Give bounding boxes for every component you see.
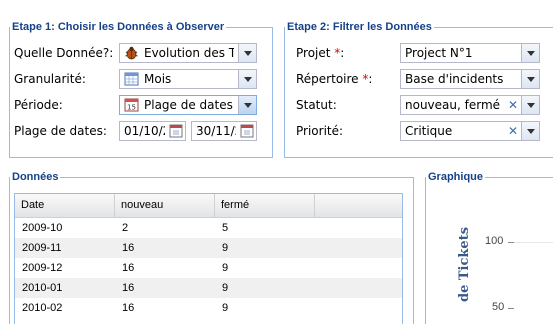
date-to-field[interactable]: 30/11/2010	[191, 121, 257, 141]
status-label: Statut:	[296, 98, 337, 112]
bug-icon	[124, 46, 139, 60]
priority-select[interactable]: Critique ✕	[400, 121, 540, 141]
priority-label: Priorité:	[296, 124, 344, 138]
step1-legend: Etape 1: Choisir les Données à Observer	[12, 21, 225, 33]
date-to-value: 30/11/2010	[196, 124, 236, 138]
period-label: Période:	[14, 98, 63, 112]
table-row[interactable]: 2009-11 16 9	[15, 238, 402, 258]
calendar-grid-icon	[124, 72, 139, 86]
date-from-field[interactable]: 01/10/2009	[119, 121, 186, 141]
column-header-ferme[interactable]: fermé	[215, 194, 315, 217]
date-to-calendar-icon[interactable]	[240, 124, 254, 138]
table-cell: 9	[222, 282, 229, 294]
status-select[interactable]: nouveau, fermé ✕	[400, 95, 540, 115]
status-select-value: nouveau, fermé	[405, 98, 501, 112]
step2-legend: Etape 2: Filtrer les Données	[287, 21, 432, 33]
repo-label: Répertoire *:	[296, 72, 372, 86]
repo-label-colon: :	[368, 72, 373, 86]
data-select-value: Evolution des Tickets	[144, 46, 234, 60]
chart-tick-50	[508, 308, 514, 309]
data-select-trigger[interactable]	[238, 44, 256, 62]
project-label-colon: :	[340, 46, 345, 60]
repo-select-value: Base d'incidents	[405, 72, 504, 86]
priority-clear-icon[interactable]: ✕	[507, 124, 519, 138]
period-select-trigger[interactable]	[238, 96, 256, 114]
app-root: Etape 1: Choisir les Données à Observer …	[0, 0, 553, 324]
repo-select-trigger[interactable]	[521, 70, 539, 88]
priority-select-value: Critique	[405, 124, 453, 138]
project-select-value: Project N°1	[405, 46, 473, 60]
granularity-select-value: Mois	[144, 72, 172, 86]
status-clear-icon[interactable]: ✕	[507, 98, 519, 112]
status-select-trigger[interactable]	[521, 96, 539, 114]
column-header-date[interactable]: Date	[15, 194, 115, 217]
granularity-select-trigger[interactable]	[238, 70, 256, 88]
table-row[interactable]: 2009-12 16 9	[15, 258, 402, 278]
table-cell: 9	[222, 302, 229, 314]
chart-y-axis-label: de Tickets	[457, 226, 472, 302]
table-cell: 16	[122, 262, 135, 274]
chart-tick-100	[508, 242, 514, 243]
date-from-value: 01/10/2009	[124, 124, 165, 138]
table-cell: 9	[222, 242, 229, 254]
chart-tick-label-50: 50	[492, 301, 505, 313]
chart-gridline-100	[514, 242, 553, 243]
table-row[interactable]: 2010-01 16 9	[15, 278, 402, 298]
chart-fieldset: Graphique	[425, 171, 553, 324]
data-grid: Date nouveau fermé 2009-10 2 5 2009-11 16 9 20…	[14, 193, 403, 324]
table-cell: 2009-10	[22, 222, 63, 234]
period-select-value: Plage de dates	[144, 98, 233, 112]
table-cell: 16	[122, 242, 135, 254]
grid-header: Date nouveau fermé	[15, 194, 402, 218]
table-row[interactable]: 2010-02 16 9	[15, 298, 402, 318]
data-label: Quelle Donnée?:	[14, 46, 114, 60]
column-header-nouveau[interactable]: nouveau	[115, 194, 215, 217]
table-row[interactable]: 2009-10 2 5	[15, 218, 402, 238]
priority-select-trigger[interactable]	[521, 122, 539, 140]
table-cell: 2	[122, 222, 129, 234]
chart-legend: Graphique	[428, 171, 484, 183]
table-cell: 5	[222, 222, 229, 234]
repo-select[interactable]: Base d'incidents	[400, 69, 540, 89]
table-cell: 16	[122, 302, 135, 314]
project-label: Projet *:	[296, 46, 344, 60]
svg-text:15: 15	[127, 104, 136, 112]
chart-tick-label-100: 100	[485, 235, 504, 247]
project-select[interactable]: Project N°1	[400, 43, 540, 63]
table-cell: 2010-01	[22, 282, 63, 294]
granularity-label: Granularité:	[14, 72, 86, 86]
repo-label-text: Répertoire	[296, 72, 359, 86]
project-label-text: Projet	[296, 46, 331, 60]
table-cell: 16	[122, 282, 135, 294]
table-cell: 2009-12	[22, 262, 63, 274]
granularity-select[interactable]: Mois	[119, 69, 257, 89]
data-legend: Données	[12, 171, 59, 183]
period-select[interactable]: 15 Plage de dates	[119, 95, 257, 115]
date-from-calendar-icon[interactable]	[169, 124, 183, 138]
data-select[interactable]: Evolution des Tickets	[119, 43, 257, 63]
table-cell: 9	[222, 262, 229, 274]
project-select-trigger[interactable]	[521, 44, 539, 62]
daterange-label: Plage de dates:	[14, 124, 107, 138]
table-cell: 2010-02	[22, 302, 63, 314]
table-cell: 2009-11	[22, 242, 62, 254]
calendar-date-icon: 15	[124, 98, 139, 112]
